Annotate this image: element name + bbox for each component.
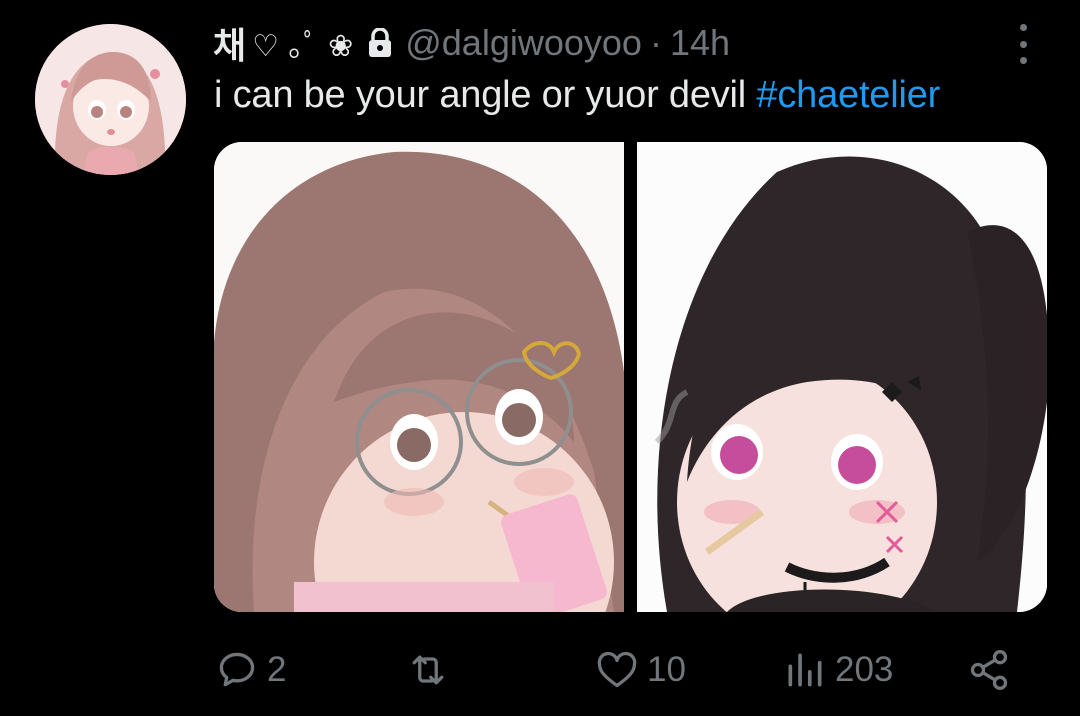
tweet-body: i can be your angle or yuor devil bbox=[214, 74, 747, 116]
like-count: 10 bbox=[647, 650, 686, 689]
repost-button[interactable] bbox=[405, 640, 459, 700]
hashtag-link[interactable]: #chaetelier bbox=[756, 74, 940, 116]
more-options-icon[interactable] bbox=[1010, 24, 1036, 64]
media-image-1[interactable] bbox=[214, 142, 624, 612]
reply-icon bbox=[219, 652, 255, 687]
reply-button[interactable]: 2 bbox=[215, 640, 286, 700]
separator-dot: · bbox=[649, 22, 662, 63]
tweet-header: 채 ♡ ｡ﾟ ❀ @dalgiwooyoo · 14h bbox=[213, 17, 1043, 69]
tweet-text: i can be your angle or yuor devil #chaet… bbox=[214, 74, 940, 117]
media-image-2[interactable] bbox=[637, 142, 1047, 612]
reply-count: 2 bbox=[267, 650, 287, 689]
author-handle[interactable]: @dalgiwooyoo bbox=[405, 22, 642, 64]
share-button[interactable] bbox=[967, 640, 1011, 700]
avatar[interactable] bbox=[35, 24, 186, 175]
illustration-girl-dark-twintails bbox=[637, 142, 1047, 612]
display-name-decoration: ♡ ｡ﾟ ❀ bbox=[252, 29, 354, 64]
avatar-illustration bbox=[35, 24, 186, 175]
view-count: 203 bbox=[835, 650, 894, 689]
display-name-text: 채 bbox=[213, 26, 247, 67]
lock-icon bbox=[367, 27, 393, 58]
illustration-girl-glasses bbox=[214, 142, 624, 612]
media-grid bbox=[214, 142, 1047, 612]
views-button[interactable]: 203 bbox=[783, 640, 893, 700]
timestamp[interactable]: 14h bbox=[670, 22, 730, 64]
analytics-icon bbox=[788, 653, 822, 687]
action-bar: 2 10 203 bbox=[215, 640, 1035, 700]
repost-icon bbox=[412, 655, 444, 685]
heart-icon bbox=[597, 651, 637, 688]
share-icon bbox=[970, 650, 1008, 690]
display-name[interactable]: 채 ♡ ｡ﾟ ❀ bbox=[213, 17, 353, 69]
like-button[interactable]: 10 bbox=[595, 640, 686, 700]
